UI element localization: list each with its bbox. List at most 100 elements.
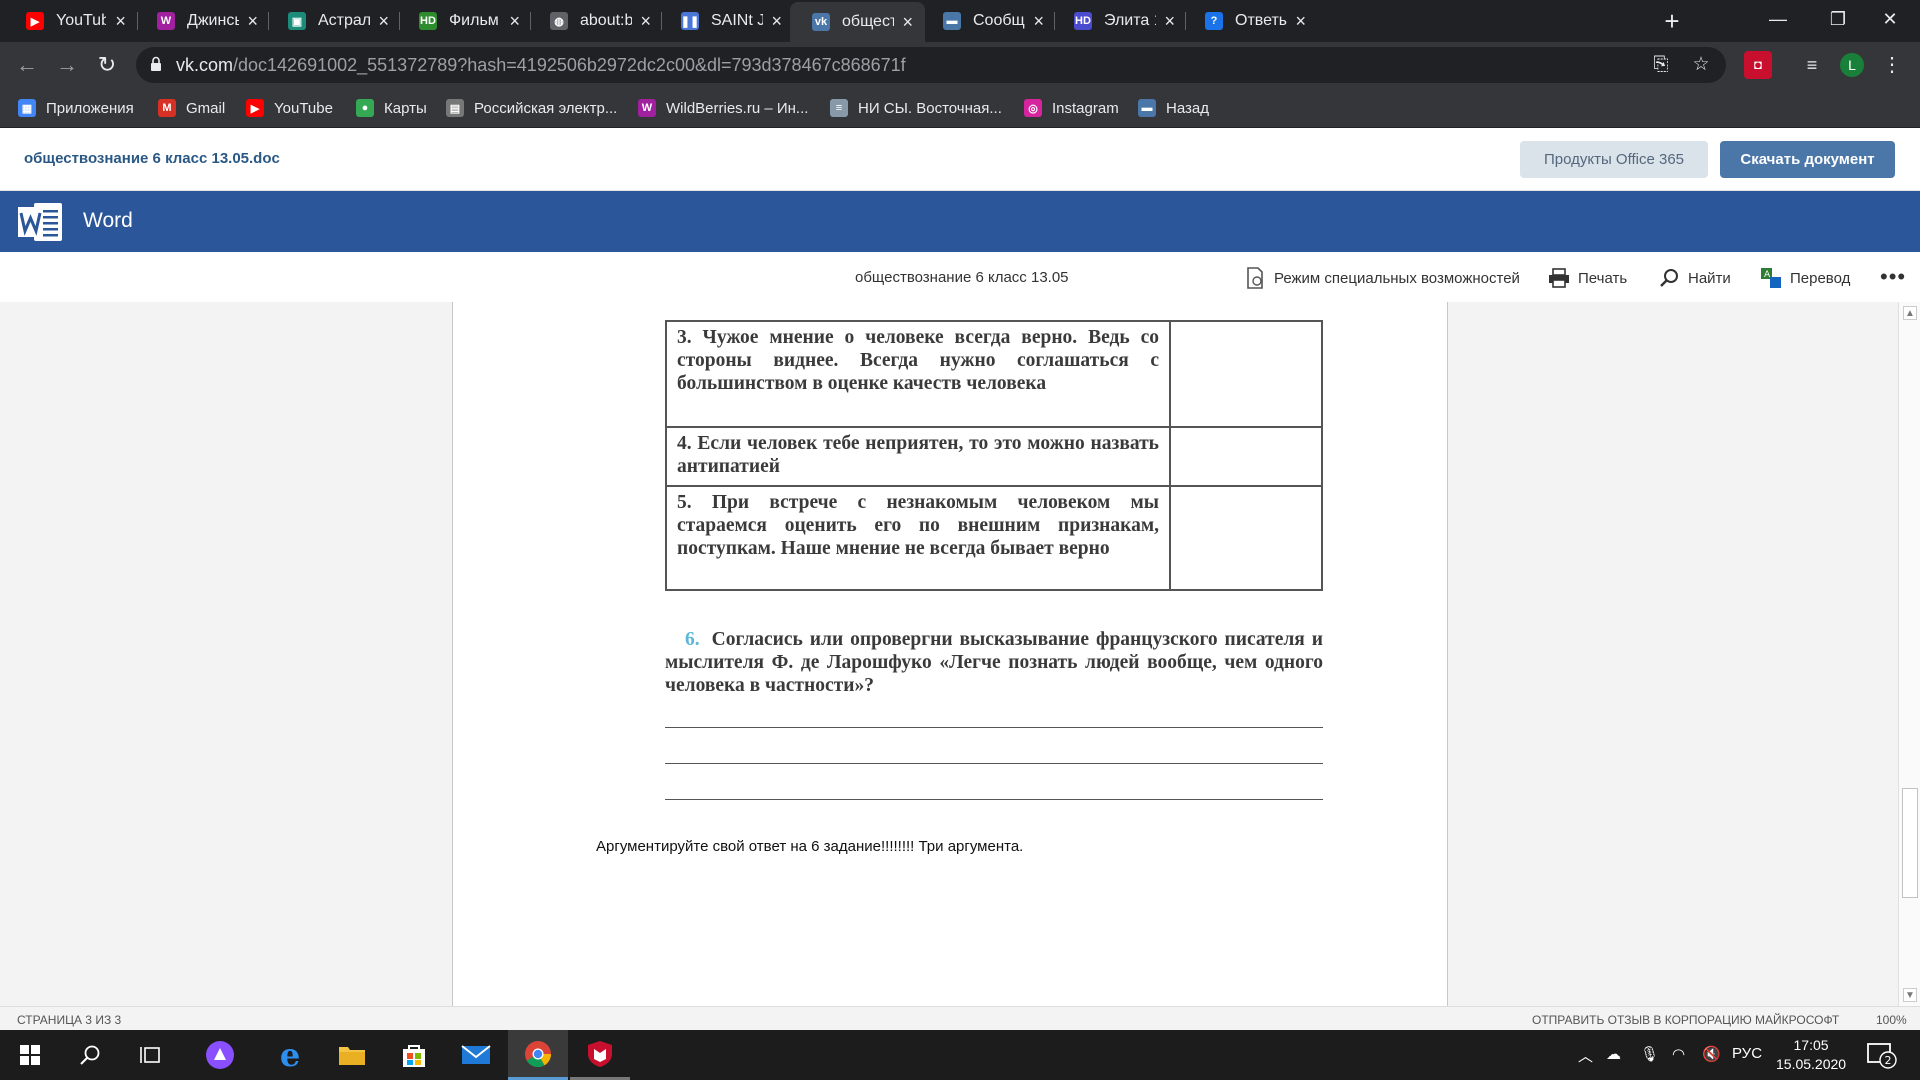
instruction-note: Аргументируйте свой ответ на 6 задание!!… [596, 838, 1024, 855]
windows-logo-icon [20, 1045, 40, 1065]
browser-tab[interactable]: HD Фильм Пила × [397, 0, 532, 42]
taskbar-mail[interactable] [446, 1030, 506, 1080]
notification-count: 2 [1885, 1054, 1892, 1067]
taskbar-store[interactable] [384, 1030, 444, 1080]
input-language[interactable]: РУС [1732, 1045, 1762, 1062]
find-button[interactable]: Найти [1658, 266, 1731, 290]
scroll-up-arrow-icon[interactable]: ▲ [1903, 306, 1917, 320]
bookmark-item[interactable]: ▶ YouTube [246, 96, 333, 120]
windows-taskbar: e ︿ ☁ 🎙 ◠ 🔇 РУС 17:05 15.05.2020 2 [0, 1030, 1920, 1080]
word-app-name: Word [83, 209, 133, 232]
tab-title: Ответы Mail [1235, 12, 1288, 29]
browser-tab[interactable]: ❚❚ SAINt JHN - × [659, 0, 794, 42]
url-text: vk.com/doc142691002_551372789?hash=41925… [176, 55, 906, 75]
bookmark-item[interactable]: W WildBerries.ru – Ин... [638, 96, 808, 120]
search-icon [1658, 267, 1680, 289]
more-options-icon[interactable]: ••• [1880, 264, 1906, 290]
close-tab-icon[interactable]: × [509, 11, 520, 32]
microphone-icon[interactable]: 🎙 [1640, 1045, 1659, 1063]
download-document-button[interactable]: Скачать документ [1720, 141, 1895, 178]
task-view-button[interactable] [120, 1030, 180, 1080]
bookmark-item[interactable]: ▬ Назад [1138, 96, 1209, 120]
taskbar-edge[interactable]: e [260, 1030, 320, 1080]
show-hidden-icons-icon[interactable]: ︿ [1578, 1045, 1593, 1066]
close-tab-icon[interactable]: × [1033, 11, 1044, 32]
action-center-icon[interactable]: 2 [1866, 1042, 1898, 1070]
browser-tab[interactable]: vk обществозн × [790, 2, 925, 42]
print-button[interactable]: Печать [1548, 266, 1627, 290]
tab-title: обществозн [842, 13, 895, 30]
browser-tab[interactable]: ▣ Астрал, 2010 × [266, 0, 401, 42]
bookmark-item[interactable]: ▤ Российская электр... [446, 96, 617, 120]
back-button[interactable]: ← [12, 50, 42, 80]
document-filename: обществознание 6 класс 13.05.doc [24, 150, 280, 167]
feedback-link[interactable]: ОТПРАВИТЬ ОТЗЫВ В КОРПОРАЦИЮ МАЙКРОСОФТ [1532, 1013, 1839, 1027]
wildberries-icon: W [157, 12, 175, 30]
table-cell-answer [1169, 485, 1323, 591]
bookmark-label: НИ СЫ. Восточная... [858, 99, 1002, 117]
onedrive-cloud-icon[interactable]: ☁ [1606, 1045, 1621, 1063]
office-365-button[interactable]: Продукты Office 365 [1520, 141, 1708, 178]
zoom-level[interactable]: 100% [1876, 1013, 1907, 1027]
hd-icon: HD [419, 12, 437, 30]
close-tab-icon[interactable]: × [640, 11, 651, 32]
statements-table: 3. Чужое мнение о человеке всегда верно.… [665, 320, 1323, 591]
taskbar-file-explorer[interactable] [322, 1030, 382, 1080]
antivirus-extension-icon[interactable]: ◘ [1744, 51, 1772, 79]
bookmark-star-icon[interactable]: ☆ [1690, 55, 1712, 77]
bookmark-label: Российская электр... [474, 99, 618, 117]
bookmark-item[interactable]: ◎ Instagram [1024, 96, 1119, 120]
taskbar-search-button[interactable] [60, 1030, 120, 1080]
taskbar-alice-assistant[interactable] [190, 1030, 250, 1080]
restore-button[interactable]: ❐ [1808, 0, 1868, 42]
tab-title: Джинсы ТВС [187, 12, 239, 29]
bookmark-item[interactable]: ● Карты [356, 96, 427, 120]
close-window-button[interactable]: ✕ [1860, 0, 1920, 42]
svg-text:A: A [1764, 270, 1771, 280]
address-bar[interactable]: vk.com/doc142691002_551372789?hash=41925… [136, 47, 1726, 83]
bookmark-item[interactable]: M Gmail [158, 96, 225, 120]
answer-line [665, 727, 1323, 728]
browser-tab[interactable]: ◍ about:blank × [528, 0, 663, 42]
close-tab-icon[interactable]: × [771, 11, 782, 32]
browser-tab[interactable]: ▬ Сообщения × [921, 0, 1056, 42]
browser-tab[interactable]: ? Ответы Mail × [1183, 0, 1318, 42]
answer-line [665, 763, 1323, 764]
table-row: 4. Если человек тебе неприятен, то это м… [665, 426, 1323, 487]
taskbar-mcafee[interactable] [570, 1030, 630, 1080]
volume-muted-icon[interactable]: 🔇 [1702, 1045, 1721, 1063]
bookmark-item[interactable]: ▦ Приложения [18, 96, 134, 120]
wifi-icon[interactable]: ◠ [1672, 1045, 1685, 1063]
vertical-scrollbar[interactable]: ▲ ▼ [1898, 302, 1920, 1006]
close-tab-icon[interactable]: × [1164, 11, 1175, 32]
browser-tab[interactable]: ▶ YouTube × [4, 0, 139, 42]
translate-icon: A [1760, 267, 1782, 289]
close-tab-icon[interactable]: × [378, 11, 389, 32]
reload-button[interactable]: ↻ [92, 50, 122, 80]
close-tab-icon[interactable]: × [114, 11, 127, 32]
close-tab-icon[interactable]: × [1295, 11, 1306, 32]
profile-avatar[interactable]: L [1840, 53, 1864, 77]
new-tab-button[interactable]: + [1656, 6, 1688, 38]
close-tab-icon[interactable]: × [902, 12, 913, 33]
translate-button[interactable]: A Перевод [1760, 266, 1850, 290]
browser-tab[interactable]: W Джинсы ТВС × [135, 0, 270, 42]
taskbar-chrome[interactable] [508, 1030, 568, 1080]
forward-button[interactable]: → [52, 50, 82, 80]
tab-title: Астрал, 2010 [318, 12, 371, 29]
media-controls-icon[interactable]: ≡ [1798, 51, 1826, 79]
bookmark-item[interactable]: ≡ НИ СЫ. Восточная... [830, 96, 1002, 120]
scroll-thumb[interactable] [1902, 788, 1918, 898]
task-number: 6. [685, 629, 700, 650]
windows-start-button[interactable] [0, 1030, 60, 1080]
translate-page-icon[interactable]: ⎘ [1650, 55, 1672, 77]
close-tab-icon[interactable]: × [247, 11, 258, 32]
system-clock[interactable]: 17:05 15.05.2020 [1776, 1036, 1846, 1074]
browser-tab[interactable]: HD Элита 1 сезон × [1052, 0, 1187, 42]
printer-icon [1548, 267, 1570, 289]
scroll-down-arrow-icon[interactable]: ▼ [1903, 988, 1917, 1002]
browser-menu-icon[interactable]: ⋮ [1882, 52, 1902, 77]
mcafee-shield-icon [588, 1040, 612, 1067]
minimize-button[interactable]: — [1748, 0, 1808, 42]
accessibility-mode-button[interactable]: Режим специальных возможностей [1244, 266, 1520, 290]
